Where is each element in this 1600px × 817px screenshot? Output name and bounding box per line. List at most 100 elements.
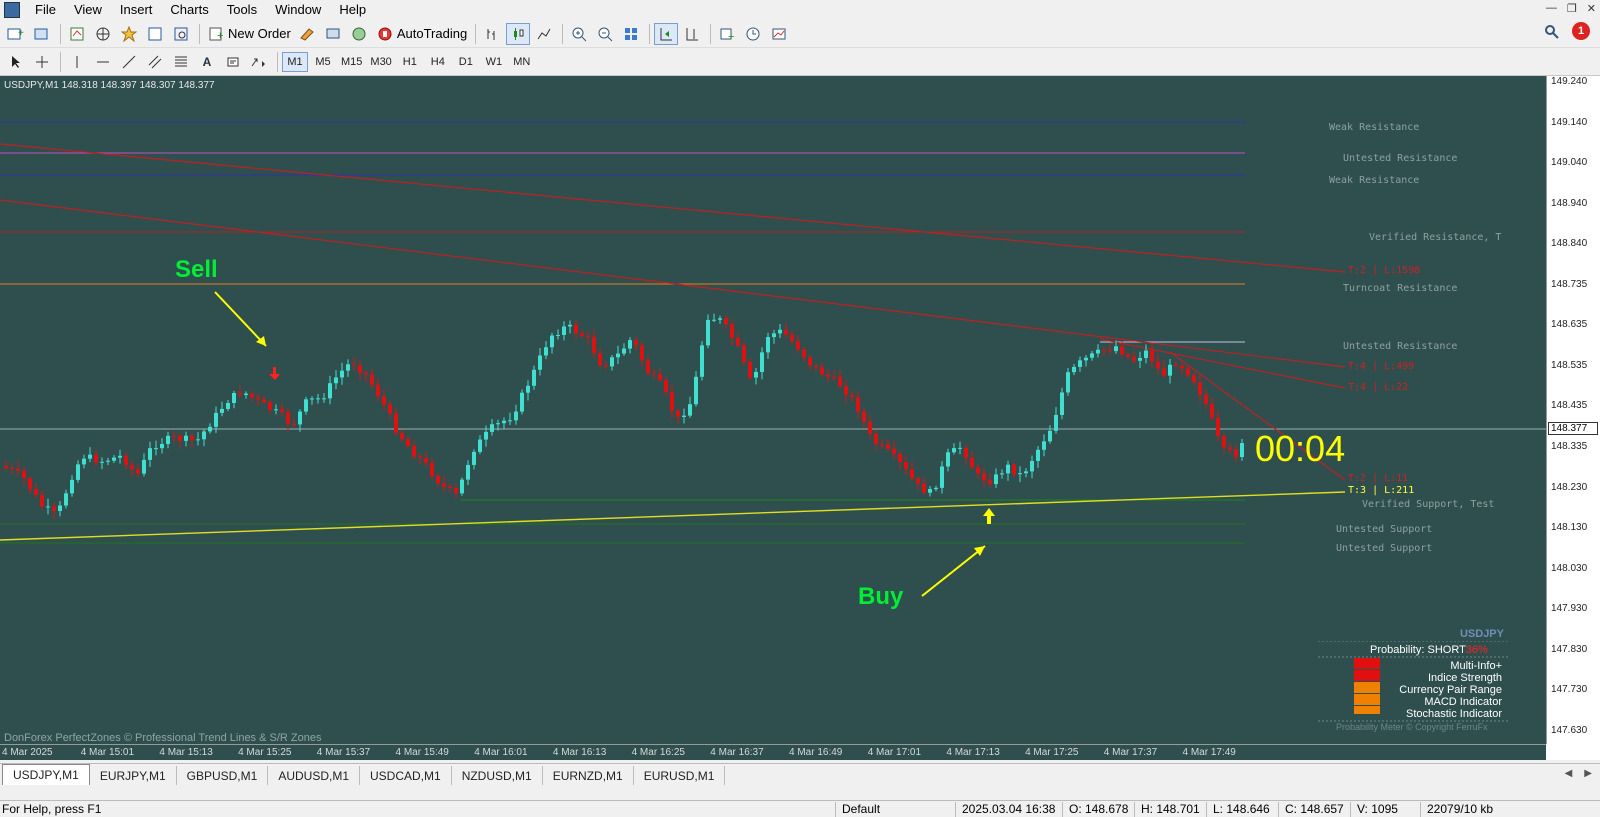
zoom-out-icon[interactable] — [593, 23, 617, 45]
prob-box — [1354, 694, 1380, 705]
vertical-line-icon[interactable] — [65, 51, 89, 73]
candle-body — [1150, 350, 1154, 362]
candle-body — [328, 383, 332, 399]
price-tick-label: 149.140 — [1551, 116, 1588, 128]
menu-file[interactable]: File — [26, 0, 65, 20]
zone-label: Untested Resistance — [1343, 341, 1458, 352]
strategy-tester-icon[interactable] — [169, 23, 193, 45]
candle-body — [694, 376, 698, 405]
signals-icon[interactable] — [321, 23, 345, 45]
timeframe-mn[interactable]: MN — [509, 52, 535, 72]
tab-nzdusd[interactable]: NZDUSD,M1 — [452, 766, 543, 785]
candle-body — [358, 365, 362, 373]
candle-body — [658, 374, 662, 381]
menu-help[interactable]: Help — [330, 0, 375, 20]
data-window-icon[interactable] — [91, 23, 115, 45]
metaeditor-icon[interactable] — [295, 23, 319, 45]
text-icon[interactable]: A — [195, 51, 219, 73]
menu-charts[interactable]: Charts — [161, 0, 217, 20]
timeframe-m15[interactable]: M15 — [338, 52, 365, 72]
candle-body — [1072, 366, 1076, 373]
indicators-icon[interactable]: + — [715, 23, 739, 45]
chart-window[interactable]: USDJPY,M1 148.318 148.397 148.307 148.37… — [0, 76, 1600, 760]
menu-insert[interactable]: Insert — [111, 0, 162, 20]
candle-body — [130, 464, 134, 470]
trendline-icon[interactable] — [117, 51, 141, 73]
timeframe-m1[interactable]: M1 — [282, 51, 308, 72]
candle-body — [868, 421, 872, 434]
cursor-icon[interactable] — [4, 51, 28, 73]
candle-body — [1006, 464, 1010, 474]
prob-row-label: Multi-Info+ — [1450, 660, 1502, 672]
trendline-t3-l211 — [0, 491, 1346, 541]
channel-icon[interactable] — [143, 51, 167, 73]
tab-gbpusd[interactable]: GBPUSD,M1 — [177, 766, 269, 785]
candle-body — [712, 319, 716, 321]
candle-body — [376, 384, 380, 397]
candle-body — [478, 439, 482, 452]
tile-windows-icon[interactable] — [619, 23, 643, 45]
tab-eurjpy[interactable]: EURJPY,M1 — [90, 766, 177, 785]
market-icon[interactable] — [347, 23, 371, 45]
bar-chart-icon[interactable] — [480, 23, 504, 45]
candle-body — [838, 376, 842, 387]
horizontal-line-icon[interactable] — [91, 51, 115, 73]
fibonacci-icon[interactable] — [169, 51, 193, 73]
candlestick-icon[interactable] — [506, 22, 531, 45]
tab-eurnzd[interactable]: EURNZD,M1 — [543, 766, 634, 785]
timeframe-m30[interactable]: M30 — [367, 52, 394, 72]
zoom-in-icon[interactable] — [567, 23, 591, 45]
chart-plot-area[interactable]: USDJPY,M1 148.318 148.397 148.307 148.37… — [0, 76, 1546, 744]
menu-view[interactable]: View — [65, 0, 111, 20]
periods-icon[interactable] — [741, 23, 765, 45]
profiles-icon[interactable] — [30, 23, 54, 45]
tab-audusd[interactable]: AUDUSD,M1 — [268, 766, 360, 785]
terminal-icon[interactable] — [143, 23, 167, 45]
market-watch-icon[interactable] — [65, 23, 89, 45]
minimize-icon[interactable]: — — [1546, 2, 1557, 15]
time-axis[interactable]: 4 Mar 2025 4 Mar 15:01 4 Mar 15:13 4 Mar 15… — [0, 744, 1546, 760]
tab-scroll-right-icon[interactable]: ▶ — [1584, 768, 1592, 779]
notifications-badge[interactable]: 1 — [1572, 22, 1590, 40]
line-chart-icon[interactable] — [532, 23, 556, 45]
crosshair-icon[interactable] — [30, 51, 54, 73]
tab-usdjpy[interactable]: USDJPY,M1 — [2, 764, 90, 785]
menu-window[interactable]: Window — [266, 0, 330, 20]
status-close: C: 148.657 — [1278, 802, 1344, 817]
tab-scroll-left-icon[interactable]: ◀ — [1565, 768, 1573, 779]
time-tick-label: 4 Mar 17:37 — [1103, 747, 1158, 758]
candle-body — [724, 318, 728, 325]
candle-body — [310, 398, 314, 400]
tab-eurusd[interactable]: EURUSD,M1 — [634, 766, 726, 785]
arrows-icon[interactable] — [247, 51, 271, 73]
timeframe-h4[interactable]: H4 — [425, 52, 451, 72]
label-icon[interactable] — [221, 51, 245, 73]
restore-icon[interactable]: ❐ — [1567, 2, 1577, 15]
close-icon[interactable]: ✕ — [1587, 2, 1596, 15]
templates-icon[interactable] — [767, 23, 791, 45]
search-icon[interactable] — [1544, 24, 1560, 43]
timeframe-d1[interactable]: D1 — [453, 52, 479, 72]
candle-body — [1186, 368, 1190, 376]
timeframe-w1[interactable]: W1 — [481, 52, 507, 72]
timeframe-h1[interactable]: H1 — [397, 52, 423, 72]
time-tick-label: 4 Mar 2025 — [2, 747, 53, 758]
price-axis[interactable]: 149.240 149.140 149.040 148.940 148.840 148.7… — [1546, 76, 1600, 744]
candle-body — [622, 348, 626, 354]
candle-body — [58, 505, 62, 511]
navigator-icon[interactable] — [117, 23, 141, 45]
menu-tools[interactable]: Tools — [218, 0, 266, 20]
tab-usdcad[interactable]: USDCAD,M1 — [360, 766, 452, 785]
auto-scroll-icon[interactable] — [654, 22, 679, 45]
price-tick-label: 148.435 — [1551, 400, 1588, 412]
new-order-button[interactable]: + New Order — [204, 23, 295, 45]
new-chart-icon[interactable]: + — [4, 23, 28, 45]
timeframe-m5[interactable]: M5 — [310, 52, 336, 72]
autotrading-button[interactable]: AutoTrading — [373, 23, 471, 45]
candle-body — [484, 431, 488, 440]
chart-canvas[interactable] — [0, 76, 1546, 744]
candle-body — [406, 439, 410, 446]
candle-body — [1144, 350, 1148, 358]
chart-shift-icon[interactable] — [680, 23, 704, 45]
candle-body — [1012, 464, 1016, 475]
